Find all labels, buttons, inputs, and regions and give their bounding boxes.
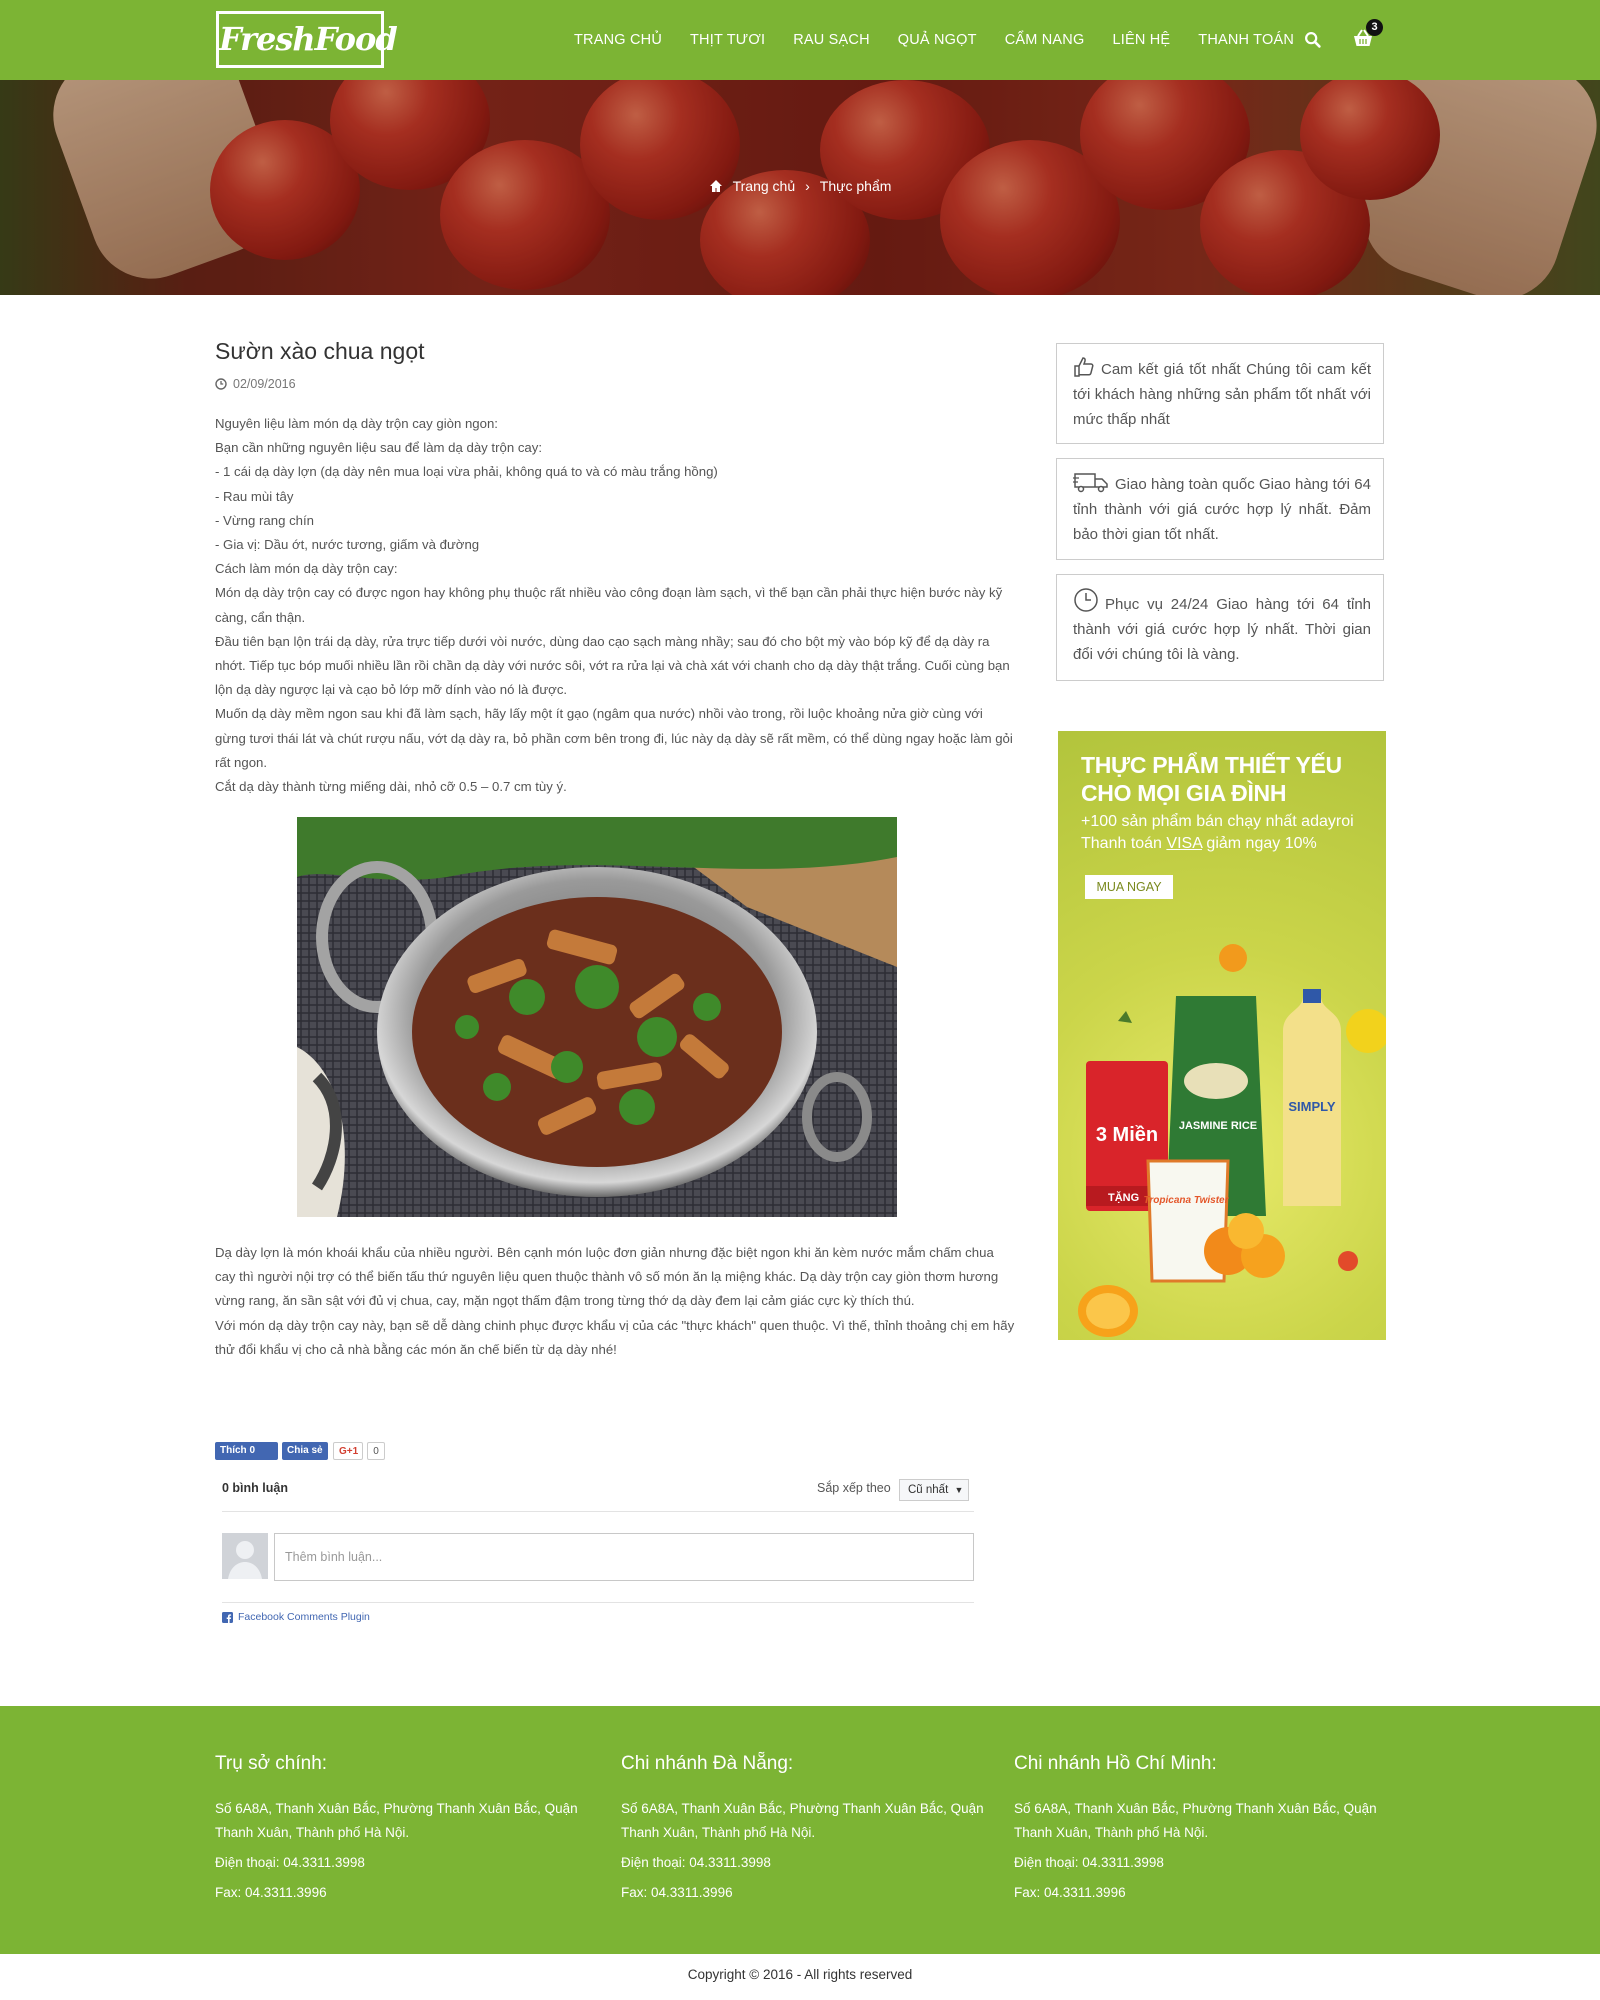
article-paragraph: Muốn dạ dày mềm ngon sau khi đã làm sạch…: [215, 706, 1013, 770]
breadcrumb: Trang chủ › Thực phẩm: [0, 178, 1600, 194]
nav-item-contact[interactable]: LIÊN HỆ: [1112, 32, 1170, 48]
footer-fax: Fax: 04.3311.3996: [215, 1885, 327, 1900]
footer-column-head-office: Trụ sở chính: Số 6A8A, Thanh Xuân Bắc, P…: [215, 1753, 585, 1911]
service-text: Phục vụ 24/24 Giao hàng tới 64 tỉnh thàn…: [1073, 596, 1371, 663]
footer-column-title: Chi nhánh Đà Nẵng:: [621, 1753, 794, 1774]
footer-column-da-nang: Chi nhánh Đà Nẵng: Số 6A8A, Thanh Xuân B…: [621, 1753, 991, 1911]
footer-address: Số 6A8A, Thanh Xuân Bắc, Phường Thanh Xu…: [1014, 1801, 1377, 1840]
article-paragraph: Đầu tiên bạn lộn trái dạ dày, rửa trực t…: [215, 633, 1010, 698]
comment-count: 0 bình luận: [222, 1481, 288, 1495]
promo-ad-banner[interactable]: THỰC PHẨM THIẾT YẾU CHO MỌI GIA ĐÌNH +10…: [1058, 731, 1386, 1340]
article-paragraph: Cắt dạ dày thành từng miếng dài, nhỏ cỡ …: [215, 779, 567, 795]
footer-fax: Fax: 04.3311.3996: [1014, 1885, 1126, 1900]
facebook-comments-plugin-link[interactable]: Facebook Comments Plugin: [222, 1611, 370, 1623]
nav-item-handbook[interactable]: CẨM NANG: [1005, 32, 1085, 48]
facebook-icon: [222, 1611, 233, 1623]
comment-sort-select[interactable]: Cũ nhất ▼: [899, 1479, 969, 1501]
footer-phone: Điện thoại: 04.3311.3998: [1014, 1855, 1164, 1870]
footer-column-title: Trụ sở chính:: [215, 1753, 328, 1774]
comment-sort-label: Sắp xếp theo: [817, 1481, 891, 1495]
facebook-share-button[interactable]: Chia sẻ: [282, 1442, 328, 1460]
nav-item-checkout[interactable]: THANH TOÁN: [1198, 32, 1294, 48]
footer-phone: Điện thoại: 04.3311.3998: [215, 1855, 365, 1870]
caret-down-icon: ▼: [954, 1485, 964, 1495]
article-paragraph: Món dạ dày trộn cay có được ngon hay khô…: [215, 585, 1003, 625]
article-paragraph: - Gia vị: Dầu ớt, nước tương, giấm và đư…: [215, 537, 480, 553]
footer-address: Số 6A8A, Thanh Xuân Bắc, Phường Thanh Xu…: [621, 1801, 984, 1840]
footer-address: Số 6A8A, Thanh Xuân Bắc, Phường Thanh Xu…: [215, 1801, 578, 1840]
service-box-nationwide-delivery: Giao hàng toàn quốc Giao hàng tới 64 tỉn…: [1056, 458, 1384, 560]
clock-icon: [215, 378, 227, 390]
service-text: Cam kết giá tốt nhất Chúng tôi cam kết t…: [1073, 361, 1371, 428]
article-body-continued: Dạ dày lợn là món khoái khẩu của nhiều n…: [215, 1241, 1015, 1362]
google-plus-button[interactable]: G+1: [333, 1442, 363, 1460]
article-paragraph: Cách làm món dạ dày trộn cay:: [215, 561, 398, 577]
breadcrumb-separator: ›: [805, 178, 810, 194]
home-icon: [709, 180, 722, 192]
service-box-24-7-service: Phục vụ 24/24 Giao hàng tới 64 tỉnh thàn…: [1056, 574, 1384, 681]
nav-item-home[interactable]: TRANG CHỦ: [574, 32, 662, 48]
copyright: Copyright © 2016 - All rights reserved: [687, 1967, 913, 1982]
cart-count-badge: 3: [1366, 19, 1383, 36]
breadcrumb-current: Thực phẩm: [819, 178, 892, 194]
article-body: Nguyên liệu làm món dạ dày trộn cay giòn…: [215, 412, 1015, 799]
article-title: Sườn xào chua ngọt: [215, 338, 425, 364]
ad-product-label: JASMINE RICE: [1179, 1120, 1257, 1132]
page-banner: Trang chủ › Thực phẩm: [0, 80, 1600, 295]
clock-icon: [1074, 588, 1098, 612]
search-icon[interactable]: [1302, 29, 1324, 51]
article-date-text: 02/09/2016: [233, 377, 296, 391]
service-box-best-price: Cam kết giá tốt nhất Chúng tôi cam kết t…: [1056, 343, 1384, 444]
breadcrumb-home-link[interactable]: Trang chủ: [733, 178, 796, 194]
site-header: FreshFood TRANG CHỦ THỊT TƯƠI RAU SẠCH Q…: [0, 0, 1600, 80]
article-paragraph: Với món dạ dày trộn cay này, bạn sẽ dễ d…: [215, 1317, 1015, 1357]
article-food-image: [297, 817, 897, 1217]
ad-product-illustration: 3 Miền TẶNG JASMINE RICE SIMPLY Tropican…: [1078, 944, 1386, 1337]
thumbs-up-icon: [1074, 357, 1094, 377]
nav-item-sweet-fruit[interactable]: QUẢ NGỌT: [898, 32, 977, 48]
article-paragraph: - 1 cái dạ dày lợn (dạ dày nên mua loại …: [215, 464, 718, 480]
ad-product-label: Tropicana Twister: [1143, 1195, 1229, 1206]
ad-product-label: TẶNG: [1108, 1191, 1139, 1204]
ad-product-label: 3 Miền: [1096, 1124, 1158, 1146]
truck-icon: [1073, 473, 1108, 493]
user-avatar: [222, 1533, 268, 1579]
article-paragraph: Dạ dày lợn là món khoái khẩu của nhiều n…: [215, 1245, 999, 1309]
main-nav: TRANG CHỦ THỊT TƯƠI RAU SẠCH QUẢ NGỌT CẨ…: [560, 0, 1308, 80]
footer-fax: Fax: 04.3311.3996: [621, 1885, 733, 1900]
service-text: Giao hàng toàn quốc Giao hàng tới 64 tỉn…: [1073, 476, 1371, 543]
divider: [222, 1602, 974, 1603]
article-paragraph: Bạn cần những nguyên liệu sau để làm dạ …: [215, 440, 543, 456]
footer-column-ho-chi-minh: Chi nhánh Hồ Chí Minh: Số 6A8A, Thanh Xu…: [1014, 1753, 1384, 1911]
article-paragraph: - Rau mùi tây: [215, 488, 294, 504]
comment-sort-value: Cũ nhất: [908, 1484, 949, 1496]
article-paragraph: Nguyên liệu làm món dạ dày trộn cay giòn…: [215, 416, 498, 431]
footer-phone: Điện thoại: 04.3311.3998: [621, 1855, 771, 1870]
footer-column-title: Chi nhánh Hồ Chí Minh:: [1014, 1753, 1217, 1774]
facebook-comments-plugin-label: Facebook Comments Plugin: [238, 1611, 370, 1623]
google-plus-count: 0: [367, 1442, 385, 1460]
article-date: 02/09/2016: [215, 377, 296, 391]
ad-product-label: SIMPLY: [1288, 1099, 1336, 1114]
site-logo[interactable]: FreshFood: [216, 11, 398, 68]
comment-input[interactable]: Thêm bình luận...: [274, 1533, 974, 1581]
site-footer: Trụ sở chính: Số 6A8A, Thanh Xuân Bắc, P…: [0, 1706, 1600, 1954]
nav-item-clean-vegetables[interactable]: RAU SẠCH: [793, 32, 870, 48]
divider: [222, 1511, 974, 1512]
facebook-like-button[interactable]: Thích 0: [215, 1442, 278, 1460]
article-paragraph: - Vừng rang chín: [215, 512, 314, 528]
nav-item-fresh-meat[interactable]: THỊT TƯƠI: [690, 32, 765, 48]
